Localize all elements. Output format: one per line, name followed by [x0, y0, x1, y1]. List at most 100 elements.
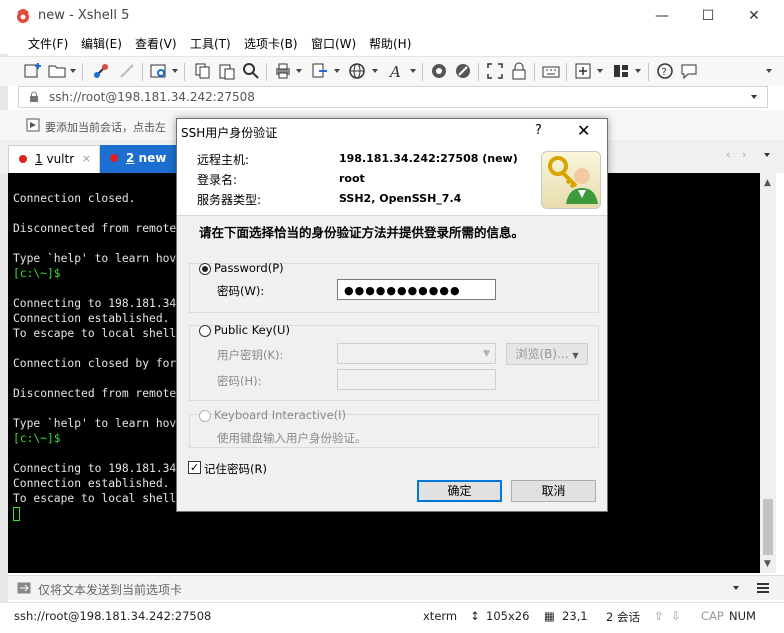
- compose-icon[interactable]: [454, 62, 472, 82]
- terminal-line: Type `help' to learn hov: [13, 252, 177, 265]
- terminal-line: To escape to local shell: [13, 492, 177, 505]
- tab-close-icon[interactable]: ×: [82, 152, 91, 165]
- status-up-icon[interactable]: ⇧: [654, 609, 664, 623]
- dialog-info-panel: 远程主机: 198.181.34.242:27508 (new) 登录名: ro…: [177, 145, 607, 215]
- password-field-label: 密码(W):: [217, 284, 265, 298]
- address-value: ssh://root@198.181.34.242:27508: [49, 90, 255, 104]
- toolbar: A ?: [0, 56, 784, 86]
- lock-icon[interactable]: [510, 62, 528, 82]
- menu-file[interactable]: 文件(F): [28, 35, 68, 52]
- publickey-radio[interactable]: [199, 325, 211, 337]
- terminal-scrollbar[interactable]: ▲ ▼: [760, 173, 776, 573]
- new-tab-icon[interactable]: [574, 62, 592, 82]
- compose-bar[interactable]: 仅将文本发送到当前选项卡: [8, 575, 784, 600]
- password-value: ●●●●●●●●●●●: [344, 284, 461, 297]
- browse-button[interactable]: 浏览(B)... ▼: [506, 343, 588, 365]
- xftp-icon[interactable]: [430, 62, 448, 82]
- status-down-icon[interactable]: ⇩: [671, 609, 681, 623]
- layout-icon[interactable]: [612, 62, 630, 82]
- ok-button[interactable]: 确定: [417, 480, 502, 502]
- properties-icon[interactable]: [150, 62, 168, 82]
- terminal-cursor: [13, 507, 20, 521]
- quickbar-text: 要添加当前会话，点击左: [45, 121, 166, 134]
- menu-edit[interactable]: 编辑(E): [81, 35, 122, 52]
- menu-tabs[interactable]: 选项卡(B): [244, 35, 298, 52]
- password-radio[interactable]: [199, 263, 211, 275]
- tab-scroll-right-icon[interactable]: ›: [742, 148, 746, 161]
- help-icon[interactable]: ?: [656, 62, 674, 82]
- dialog-help-icon[interactable]: ?: [535, 123, 542, 138]
- remember-password-checkbox[interactable]: ✓: [188, 461, 201, 474]
- window-title: new - Xshell 5: [38, 8, 130, 23]
- menu-help[interactable]: 帮助(H): [369, 35, 411, 52]
- passphrase-label: 密码(H):: [217, 374, 262, 388]
- menubar: 文件(F) 编辑(E) 查看(V) 工具(T) 选项卡(B) 窗口(W) 帮助(…: [0, 32, 784, 54]
- scroll-up-icon[interactable]: ▲: [764, 178, 771, 188]
- terminal-prompt: [c:\~]$: [13, 267, 61, 280]
- status-position-icon: ▦: [544, 609, 555, 623]
- cancel-button[interactable]: 取消: [511, 480, 596, 502]
- globe-icon[interactable]: [348, 62, 366, 82]
- transfer-icon[interactable]: [310, 62, 328, 82]
- connect-icon[interactable]: [92, 62, 110, 82]
- terminal-line: Connection closed.: [13, 192, 136, 205]
- status-size-icon: ↕: [470, 609, 480, 623]
- hamburger-menu-icon[interactable]: [756, 581, 770, 595]
- terminal-line: Disconnected from remote: [13, 387, 177, 400]
- scroll-down-icon[interactable]: ▼: [764, 559, 771, 569]
- terminal-line: To escape to local shell: [13, 327, 177, 340]
- paste-icon[interactable]: [218, 62, 236, 82]
- address-dropdown-icon[interactable]: [751, 95, 757, 99]
- publickey-radio-label: Public Key(U): [214, 323, 290, 337]
- tab-status-dot: [110, 154, 118, 162]
- login-name-value: root: [339, 172, 365, 185]
- scrollbar-thumb[interactable]: [763, 499, 773, 555]
- terminal-line: Disconnected from remote: [13, 222, 177, 235]
- menu-view[interactable]: 查看(V): [135, 35, 177, 52]
- tab-menu-icon[interactable]: [764, 153, 770, 157]
- dialog-close-icon[interactable]: ✕: [577, 121, 590, 140]
- address-bar[interactable]: ssh://root@198.181.34.242:27508: [18, 86, 768, 108]
- password-method-group: Password(P) 密码(W): ●●●●●●●●●●●: [189, 261, 599, 313]
- lock-icon: [30, 91, 38, 102]
- dialog-title: SSH用户身份验证: [181, 126, 278, 140]
- status-terminal-type: xterm: [423, 609, 458, 623]
- open-folder-icon[interactable]: [48, 62, 68, 82]
- remember-password-label: 记住密码(R): [204, 462, 267, 476]
- menu-tools[interactable]: 工具(T): [190, 35, 231, 52]
- terminal-line: Type `help' to learn hov: [13, 417, 177, 430]
- new-session-icon[interactable]: [24, 62, 42, 82]
- compose-bar-placeholder: 仅将文本发送到当前选项卡: [38, 583, 183, 597]
- keyboard-icon[interactable]: [542, 62, 560, 82]
- chat-icon[interactable]: [680, 62, 698, 82]
- close-icon[interactable]: ✕: [734, 4, 774, 28]
- keyboard-interactive-description: 使用键盘输入用户身份验证。: [217, 431, 367, 445]
- copy-icon[interactable]: [194, 62, 212, 82]
- passphrase-field[interactable]: [337, 369, 496, 390]
- tab-vultr[interactable]: 1 vultr ×: [8, 145, 100, 173]
- fullscreen-icon[interactable]: [486, 62, 504, 82]
- tab-scroll-left-icon[interactable]: ‹: [726, 148, 730, 161]
- compose-dropdown-icon[interactable]: [733, 586, 739, 590]
- terminal-line: Connection closed by for: [13, 357, 177, 370]
- find-icon[interactable]: [242, 62, 260, 82]
- keyboard-interactive-radio[interactable]: [199, 410, 211, 422]
- minimize-icon[interactable]: —: [642, 4, 682, 28]
- tab-new[interactable]: 2 new: [100, 145, 178, 173]
- dialog-body: 请在下面选择恰当的身份验证方法并提供登录所需的信息。 Password(P) 密…: [177, 215, 607, 511]
- user-key-select[interactable]: ▼: [337, 343, 496, 364]
- disconnect-icon[interactable]: [118, 62, 136, 82]
- status-cap: CAP: [701, 609, 724, 623]
- terminal-line: Connection established.: [13, 312, 170, 325]
- bookmark-icon[interactable]: [26, 118, 40, 132]
- password-field[interactable]: ●●●●●●●●●●●: [337, 279, 496, 300]
- menu-window[interactable]: 窗口(W): [311, 35, 356, 52]
- font-icon[interactable]: A: [388, 62, 406, 82]
- password-radio-label: Password(P): [214, 261, 284, 275]
- remote-host-value: 198.181.34.242:27508 (new): [339, 152, 518, 165]
- maximize-icon[interactable]: ☐: [688, 4, 728, 28]
- print-icon[interactable]: [274, 62, 292, 82]
- dialog-instruction: 请在下面选择恰当的身份验证方法并提供登录所需的信息。: [199, 225, 525, 240]
- svg-text:?: ?: [662, 67, 667, 78]
- publickey-method-group: Public Key(U) 用户密钥(K): ▼ 浏览(B)... ▼ 密码(H…: [189, 323, 599, 401]
